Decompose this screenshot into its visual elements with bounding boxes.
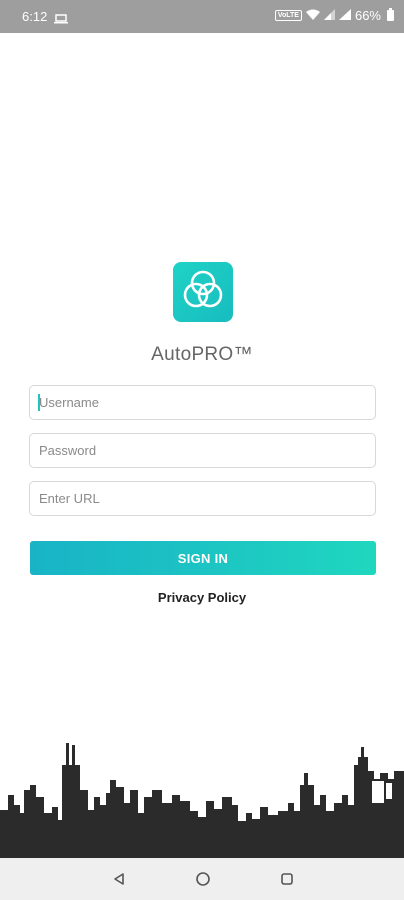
battery-icon	[387, 8, 394, 21]
text-cursor	[38, 394, 40, 411]
privacy-policy-link[interactable]: Privacy Policy	[0, 590, 404, 605]
username-field[interactable]	[29, 385, 376, 420]
wifi-icon	[305, 8, 320, 23]
city-skyline-illustration	[0, 743, 404, 858]
username-input[interactable]	[30, 386, 375, 419]
app-logo	[173, 262, 233, 322]
battery-percent: 66%	[354, 8, 381, 23]
recents-square-icon[interactable]	[276, 868, 298, 890]
navigation-bar	[0, 858, 404, 900]
signal-icon	[323, 8, 335, 23]
home-circle-icon[interactable]	[192, 868, 214, 890]
laptop-icon	[54, 12, 69, 23]
volte-badge: VoLTE	[274, 10, 302, 21]
status-time: 6:12	[22, 9, 48, 24]
app-name: AutoPRO™	[151, 344, 253, 365]
url-input[interactable]	[30, 482, 375, 515]
back-triangle-icon[interactable]	[108, 868, 130, 890]
url-field[interactable]	[29, 481, 376, 516]
password-input[interactable]	[30, 434, 375, 467]
password-field[interactable]	[29, 433, 376, 468]
signal-icon-2	[338, 8, 351, 23]
status-bar: 6:12 VoLTE 66%	[0, 0, 404, 33]
sign-in-button[interactable]: SIGN IN	[30, 541, 376, 575]
three-circles-icon	[181, 268, 225, 317]
